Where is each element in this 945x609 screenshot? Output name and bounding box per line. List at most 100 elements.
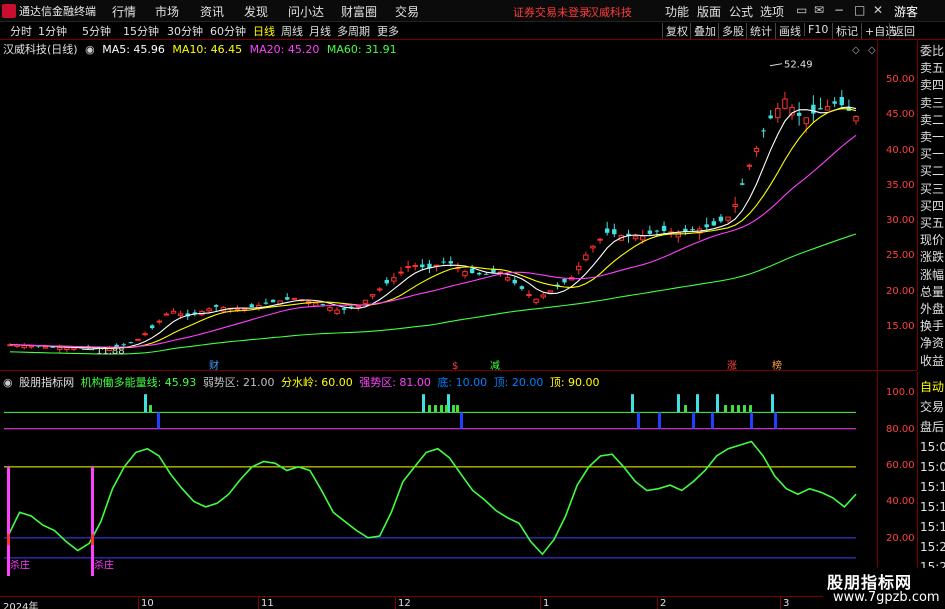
tab-weekly[interactable]: 周线 <box>281 23 303 39</box>
cyan-bar <box>631 394 634 413</box>
order-side-item: 涨幅 <box>920 267 945 282</box>
event-marker: 涨 <box>727 360 737 370</box>
order-side-item: 买一 <box>920 147 945 162</box>
indicator-tick-label: 80.00 <box>886 423 915 435</box>
maximize-icon[interactable]: □ <box>854 3 865 17</box>
order-side-item: 买四 <box>920 198 945 213</box>
mail-icon[interactable]: ✉ <box>814 3 824 17</box>
date-label-feb: 2 <box>660 598 667 609</box>
stats-button[interactable]: 统计 <box>746 23 775 39</box>
candle-body <box>391 277 397 282</box>
menu-item-gongneng[interactable]: 功能 <box>665 3 689 20</box>
tab-60min[interactable]: 60分钟 <box>210 23 246 39</box>
kill-label-1: 杀庄 <box>10 559 30 572</box>
tab-15min[interactable]: 15分钟 <box>123 23 159 39</box>
high-price-label: 52.49 <box>784 60 813 71</box>
candle-body <box>612 229 617 235</box>
candle-body <box>711 221 717 226</box>
minimize-icon[interactable]: − <box>834 3 844 17</box>
close-icon[interactable]: ✕ <box>873 3 883 17</box>
ind-field-divide: 分水岭: 60.00 <box>281 376 353 389</box>
kill-bar <box>7 466 10 576</box>
settings-icon[interactable]: ◉ <box>85 43 95 56</box>
menu-bar: 通达信金融终端 行情 市场 资讯 发现 问小达 财富圈 交易 证券交易未登录 汉… <box>0 0 945 22</box>
green-bar <box>445 405 448 413</box>
tab-1min[interactable]: 1分钟 <box>38 23 67 39</box>
blue-bar <box>774 412 777 429</box>
candle-body <box>177 313 184 316</box>
fuquan-button[interactable]: 复权 <box>662 23 691 39</box>
tab-fenshi[interactable]: 分时 <box>10 23 32 39</box>
menu-item-zixun[interactable]: 资讯 <box>200 3 224 20</box>
candle-body <box>462 271 468 277</box>
order-side-item: 买三 <box>920 181 945 196</box>
indicator-chart[interactable]: 杀庄 杀庄 <box>0 372 885 596</box>
tab-daily[interactable]: 日线 <box>253 23 275 39</box>
menu-item-faxian[interactable]: 发现 <box>244 3 268 20</box>
candle-body <box>718 216 724 222</box>
energy-line <box>7 440 857 556</box>
candle-body <box>632 235 639 240</box>
settings-icon[interactable]: ◉ <box>3 376 13 389</box>
candle-body <box>775 107 781 119</box>
blue-bar <box>460 412 463 429</box>
guest-user[interactable]: 游客 <box>894 3 918 20</box>
blue-bar <box>750 412 753 429</box>
tab-multi-period[interactable]: 多周期 <box>337 23 370 39</box>
candle-body <box>576 265 582 271</box>
menu-item-caifuquan[interactable]: 财富圈 <box>341 3 377 20</box>
candle-body <box>64 347 70 351</box>
trade-login-status[interactable]: 证券交易未登录 <box>513 4 590 20</box>
order-side-item: 买二 <box>920 164 945 179</box>
order-side-item: 现价 <box>920 233 945 248</box>
candle-body <box>405 265 411 268</box>
blue-bar <box>637 412 640 429</box>
candle-body <box>285 297 290 300</box>
back-button[interactable]: 返回 <box>889 23 918 39</box>
candle-body <box>654 230 660 232</box>
timeframe-toolbar: 分时 1分钟 5分钟 15分钟 30分钟 60分钟 日线 周线 月线 多周期 更… <box>0 22 945 40</box>
window-icon[interactable]: ▭ <box>796 3 807 17</box>
overlay-button[interactable]: 叠加 <box>690 23 719 39</box>
candle-body <box>249 304 254 308</box>
tab-more[interactable]: 更多 <box>377 23 399 39</box>
side-info-item: 15:23 <box>920 540 945 554</box>
menu-item-wenxiaoda[interactable]: 问小达 <box>288 3 324 20</box>
order-side-item: 涨跌 <box>920 250 945 265</box>
f10-button[interactable]: F10 <box>804 23 831 36</box>
date-label-jan: 1 <box>543 598 550 609</box>
candlestick-chart[interactable]: 52.49 11.88 财 $ 减 涨 榜 ◇ ◇ <box>0 40 885 370</box>
candle-body <box>412 264 418 267</box>
event-marker: 榜 <box>772 359 782 370</box>
side-info-item: 盘后 <box>920 420 945 434</box>
menu-item-shichang[interactable]: 市场 <box>155 3 179 20</box>
menu-item-jiaoyi[interactable]: 交易 <box>395 3 419 20</box>
menu-item-gongshi[interactable]: 公式 <box>729 3 753 20</box>
tab-monthly[interactable]: 月线 <box>309 23 331 39</box>
event-marker: 财 <box>209 359 219 370</box>
candle-body <box>768 115 773 119</box>
cyan-bar <box>422 394 425 413</box>
candle-body <box>746 164 753 167</box>
price-tick-label: 40.00 <box>886 144 915 156</box>
order-side-item: 换手 <box>920 319 945 334</box>
candle-body <box>241 308 248 311</box>
candle-body <box>469 268 475 274</box>
candle-body <box>789 106 795 116</box>
order-side-item: 卖四 <box>920 78 945 93</box>
tab-5min[interactable]: 5分钟 <box>82 23 111 39</box>
draw-line-button[interactable]: 画线 <box>775 23 804 39</box>
multi-stock-button[interactable]: 多股 <box>718 23 747 39</box>
green-bar <box>731 405 734 413</box>
menu-item-hangqing[interactable]: 行情 <box>112 3 136 20</box>
menu-item-banmian[interactable]: 版面 <box>697 3 721 20</box>
menu-item-xuanxiang[interactable]: 选项 <box>760 3 784 20</box>
ma20-label: MA20: 45.20 <box>249 43 320 56</box>
current-stock-name: 汉威科技 <box>588 6 632 19</box>
green-bar <box>149 405 152 413</box>
mark-button[interactable]: 标记 <box>832 23 861 39</box>
price-tick-label: 30.00 <box>886 215 915 227</box>
order-side-item: 卖二 <box>920 112 945 127</box>
blue-bar <box>157 412 160 429</box>
tab-30min[interactable]: 30分钟 <box>167 23 203 39</box>
